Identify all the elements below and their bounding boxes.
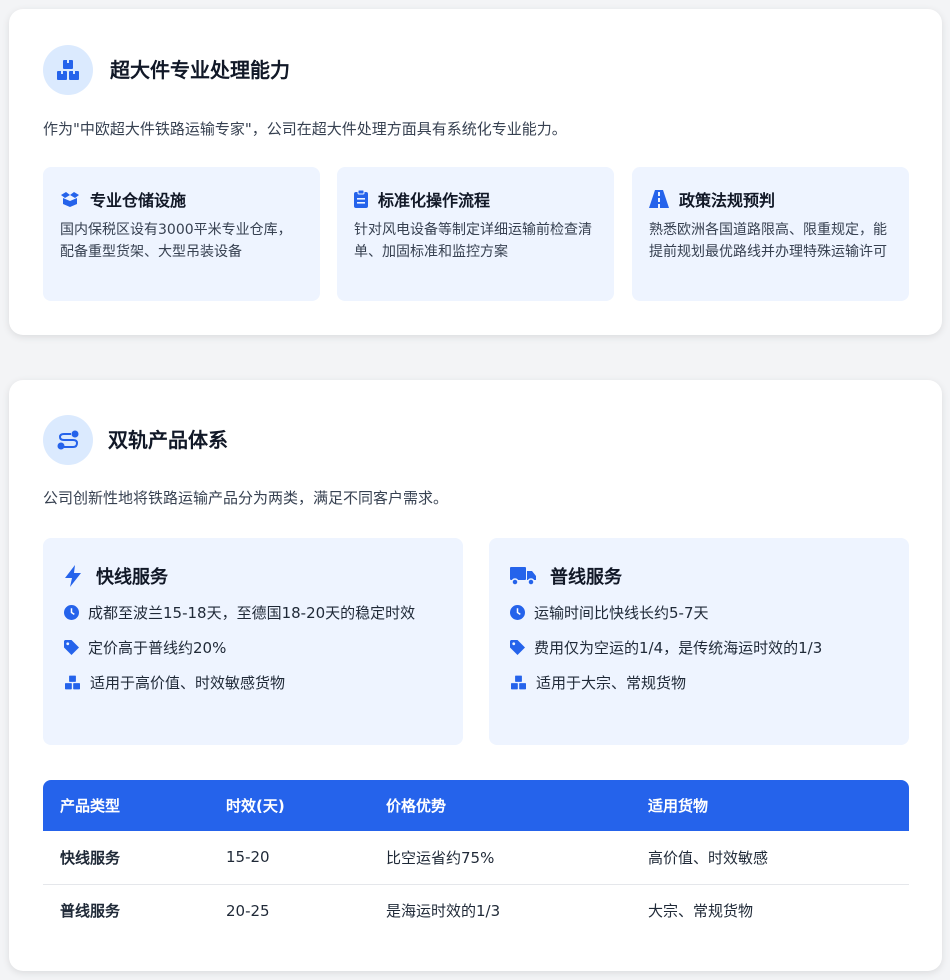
service-bullet: 运输时间比快线长约5-7天 [510,600,889,626]
service-bullet: 费用仅为空运的1/4，是传统海运时效的1/3 [510,635,889,661]
feature-title: 标准化操作流程 [378,191,491,210]
truck-icon [510,567,536,586]
service-bullet: 适用于高价值、时效敏感货物 [64,670,443,696]
products-description: 公司创新性地将铁路运输产品分为两类，满足不同客户需求。 [43,489,449,507]
route-icon [57,430,79,450]
clock-icon [64,605,79,620]
clipboard-icon [354,190,368,208]
service-title: 普线服务 [550,567,622,588]
table-cell: 大宗、常规货物 [648,902,754,921]
table-cell: 是海运时效的1/3 [386,902,501,921]
table-header-cell: 价格优势 [369,780,631,831]
bullet-text: 费用仅为空运的1/4，是传统海运时效的1/3 [534,639,823,657]
tag-icon [510,640,525,655]
feature-card-policy: 政策法规预判 熟悉欧洲各国道路限高、限重规定，能提前规划最优路线并办理特殊运输许… [632,167,909,301]
table-row: 快线服务 15-20 比空运省约75% 高价值、时效敏感 [43,831,909,885]
boxes-icon [511,675,526,690]
capability-card: 超大件专业处理能力 作为"中欧超大件铁路运输专家"，公司在超大件处理方面具有系统… [9,9,942,335]
table-cell: 比空运省约75% [369,831,631,885]
feature-text: 熟悉欧洲各国道路限高、限重规定，能提前规划最优路线并办理特殊运输许可 [649,222,887,260]
products-title: 双轨产品体系 [108,428,228,452]
service-bullet: 成都至波兰15-18天，至德国18-20天的稳定时效 [64,600,443,626]
bolt-icon [65,565,81,587]
capability-description: 作为"中欧超大件铁路运输专家"，公司在超大件处理方面具有系统化专业能力。 [43,120,567,138]
service-card-express: 快线服务 成都至波兰15-18天，至德国18-20天的稳定时效 定价高于普线约2… [43,538,463,745]
product-comparison-table: 产品类型 时效(天) 价格优势 适用货物 快线服务 15-20 比空运省约75%… [43,780,909,937]
table-cell: 普线服务 [60,902,121,921]
service-bullet: 定价高于普线约20% [64,635,443,661]
road-icon [649,190,669,208]
service-title: 快线服务 [96,567,168,588]
capability-section-icon [43,45,93,95]
table-header-cell: 产品类型 [43,780,209,831]
clock-icon [510,605,525,620]
table-header-row: 产品类型 时效(天) 价格优势 适用货物 [43,780,909,831]
table-cell: 15-20 [209,831,369,885]
bullet-text: 成都至波兰15-18天，至德国18-20天的稳定时效 [88,604,416,622]
table-cell: 20-25 [226,901,270,920]
feature-text: 国内保税区设有3000平米专业仓库，配备重型货架、大型吊装设备 [60,222,292,260]
boxes-icon [65,675,80,690]
capability-title: 超大件专业处理能力 [110,58,290,82]
products-card: 双轨产品体系 公司创新性地将铁路运输产品分为两类，满足不同客户需求。 快线服务 … [9,380,942,971]
service-card-standard: 普线服务 运输时间比快线长约5-7天 费用仅为空运的1/4，是传统海运时效的1/… [489,538,909,745]
bullet-text: 定价高于普线约20% [88,639,227,657]
feature-card-process: 标准化操作流程 针对风电设备等制定详细运输前检查清单、加固标准和监控方案 [337,167,614,301]
table-header-cell: 时效(天) [209,780,369,831]
service-bullet: 适用于大宗、常规货物 [510,670,889,696]
boxes-icon [57,60,79,80]
feature-card-warehouse: 专业仓储设施 国内保税区设有3000平米专业仓库，配备重型货架、大型吊装设备 [43,167,320,301]
products-section-icon [43,415,93,465]
bullet-text: 适用于高价值、时效敏感货物 [90,674,286,692]
table-header-cell: 适用货物 [631,780,909,831]
tag-icon [64,640,79,655]
table-cell: 快线服务 [43,831,209,885]
feature-title: 政策法规预判 [679,191,776,210]
table-cell: 高价值、时效敏感 [631,831,909,885]
box-open-icon [61,192,79,207]
bullet-text: 运输时间比快线长约5-7天 [534,604,709,622]
table-row: 普线服务 20-25 是海运时效的1/3 大宗、常规货物 [43,884,909,937]
feature-text: 针对风电设备等制定详细运输前检查清单、加固标准和监控方案 [354,222,592,260]
feature-title: 专业仓储设施 [90,191,187,210]
bullet-text: 适用于大宗、常规货物 [536,674,687,692]
